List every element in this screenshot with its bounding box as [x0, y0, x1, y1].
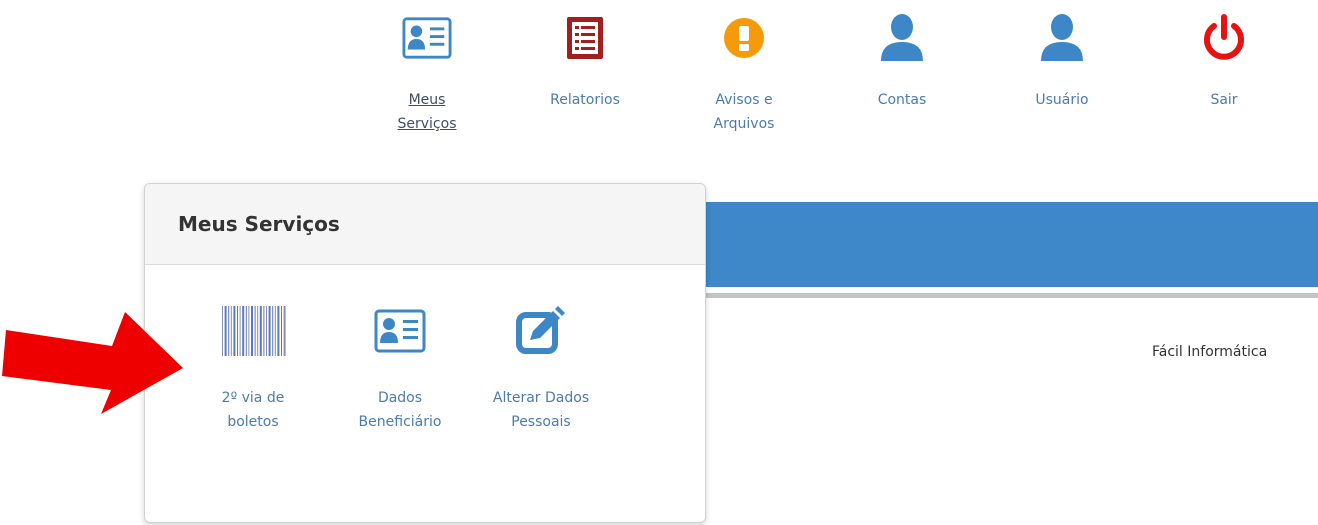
alert-icon — [719, 8, 769, 68]
barcode-icon — [220, 302, 286, 360]
company-name: Fácil Informática — [1152, 344, 1268, 360]
panel-item-label: 2º via de boletos — [221, 390, 285, 430]
panel-item-label: Dados Beneficiário — [358, 390, 442, 430]
user-icon — [1037, 8, 1087, 68]
segunda-via-boletos-button[interactable]: 2º via de boletos — [183, 302, 323, 434]
id-card-icon — [374, 302, 426, 360]
divider — [700, 293, 1318, 298]
meus-servicos-panel: Meus Serviços 2º via de boletos Dados Be… — [144, 183, 706, 523]
nav-label: Meus Serviços — [397, 92, 457, 132]
nav-sair[interactable]: Sair — [1169, 8, 1279, 112]
id-card-icon — [402, 8, 452, 68]
red-arrow-icon — [2, 312, 183, 414]
nav-contas[interactable]: Contas — [847, 8, 957, 112]
panel-title: Meus Serviços — [145, 184, 705, 265]
alterar-dados-pessoais-button[interactable]: Alterar Dados Pessoais — [471, 302, 611, 434]
nav-usuario[interactable]: Usuário — [1007, 8, 1117, 112]
nav-label: Usuário — [1035, 92, 1089, 108]
nav-avisos-arquivos[interactable]: Avisos e Arquivos — [689, 8, 799, 136]
header-band — [700, 202, 1318, 287]
user-icon — [877, 8, 927, 68]
dados-beneficiario-button[interactable]: Dados Beneficiário — [330, 302, 470, 434]
nav-meus-servicos[interactable]: Meus Serviços — [372, 8, 482, 136]
panel-item-label: Alterar Dados Pessoais — [492, 390, 590, 430]
edit-icon — [516, 302, 566, 360]
power-icon — [1199, 8, 1249, 68]
nav-label: Relatorios — [550, 92, 620, 108]
report-list-icon — [560, 8, 610, 68]
nav-label: Contas — [877, 92, 927, 108]
nav-label: Sair — [1210, 92, 1238, 108]
nav-relatorios[interactable]: Relatorios — [530, 8, 640, 112]
nav-label: Avisos e Arquivos — [713, 92, 775, 132]
